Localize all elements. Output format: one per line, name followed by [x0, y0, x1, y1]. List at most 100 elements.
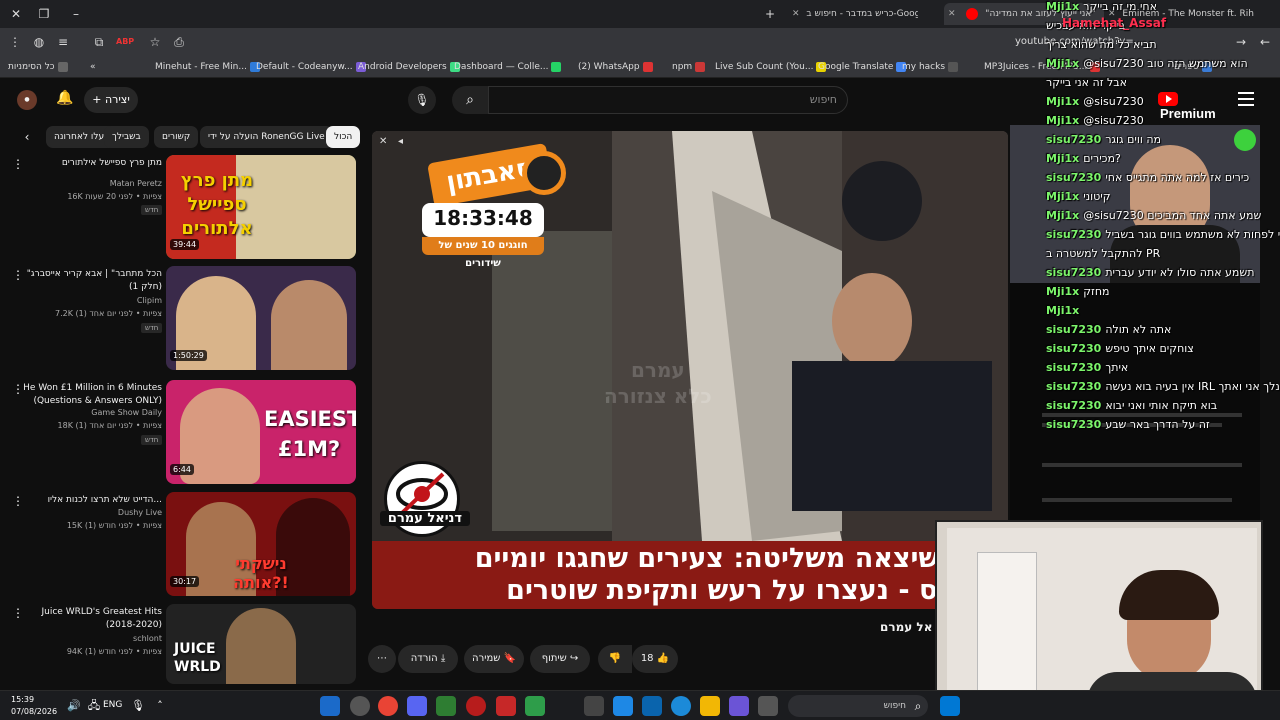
download-button[interactable]: הורדה ⤓	[398, 645, 458, 673]
chips-prev-chevron-icon[interactable]: ‹	[18, 128, 36, 146]
chat-text: @sisu7230	[1083, 114, 1144, 127]
browser-menu-icon[interactable]: ⋮	[6, 33, 24, 51]
save-button[interactable]: שמירה 🔖	[464, 645, 524, 673]
adblock-icon[interactable]: ABP	[116, 33, 134, 51]
share-button[interactable]: שיתוף ↪	[530, 645, 590, 673]
video-channel-name[interactable]: אל עמרם	[880, 620, 932, 634]
new-tab-icon[interactable]: +	[760, 4, 780, 24]
volume-icon[interactable]: 🔊	[64, 696, 84, 716]
streamer-webcam-bottom	[935, 520, 1263, 710]
avatar[interactable]: ●	[17, 90, 37, 110]
tab-close-icon[interactable]: ✕	[792, 9, 800, 19]
bookmark-item[interactable]: npm	[672, 59, 706, 75]
thumb-caption: נישקתי אותה?!	[233, 554, 289, 592]
video-thumbnail[interactable]: JUICE WRLD	[166, 604, 356, 684]
taskbar-search[interactable]: חיפוש	[788, 695, 928, 717]
virtualbox-icon[interactable]	[584, 696, 604, 716]
chat-username: Mji1x	[1046, 190, 1080, 203]
tray-overflow-icon[interactable]: ˄	[150, 696, 170, 716]
chip-all[interactable]: הכול	[326, 126, 361, 148]
profile-icon[interactable]: ◍	[30, 33, 48, 51]
network-icon[interactable]: 🖧	[84, 696, 104, 716]
bookmark-item[interactable]: my hacks	[902, 59, 959, 75]
chat-username: Mji1x	[1046, 304, 1080, 317]
recommendation-item[interactable]: ⋮ He Won £1 Million in 6 Minutes (Questi…	[0, 380, 360, 488]
dislike-button[interactable]: 👎	[598, 645, 632, 673]
input-language[interactable]: ENG	[103, 700, 122, 710]
bookmark-item[interactable]: Android Developers	[358, 59, 460, 75]
task-view-icon[interactable]	[758, 696, 778, 716]
chat-username: sisu7230	[1046, 399, 1102, 412]
queue-icon[interactable]: ≡	[54, 33, 72, 51]
recommendation-item[interactable]: ⋮ הדייט שלא תרצו לכנות אליו... Dushy Liv…	[0, 492, 360, 600]
bookmarks-overflow-icon[interactable]: «	[90, 59, 96, 75]
steam-icon[interactable]	[320, 696, 340, 716]
chat-text: מחזק	[1083, 285, 1110, 298]
folder-icon	[57, 61, 68, 72]
file-explorer-icon[interactable]	[700, 696, 720, 716]
folder-icon	[948, 61, 959, 72]
discord-icon[interactable]	[407, 696, 427, 716]
recommendation-item[interactable]: ⋮ "הכל מתחבר" | אבא קריר אייסברג (חלק 1)…	[0, 266, 360, 374]
window-minimize-icon[interactable]: –	[66, 4, 86, 24]
video-thumbnail[interactable]: EASIEST £1M?	[166, 380, 356, 484]
system-clock[interactable]: 15:39 07/08/2026	[11, 694, 57, 718]
new-badge: חדש	[141, 205, 163, 215]
record-app-icon[interactable]	[466, 696, 486, 716]
edge-icon[interactable]	[671, 696, 691, 716]
chat-text: קיטוני	[1083, 190, 1111, 203]
terminal-icon[interactable]	[436, 696, 456, 716]
bookmark-item[interactable]: Minehut - Free Min...	[155, 59, 260, 75]
store-icon[interactable]	[642, 696, 662, 716]
video-player[interactable]: עמרם כלא צנזורה ✕ ◂ סאבתון 18:33:48 חוגגי…	[372, 131, 1008, 609]
bookmark-item[interactable]: Google Translate	[818, 59, 907, 75]
recommendation-item[interactable]: ⋮ מתן פרץ ספיישל אילתורים Matan Peretz 1…	[0, 155, 360, 263]
bookmark-star-icon[interactable]: ☆	[146, 33, 164, 51]
bookmark-item[interactable]: Default - Codeanyw...	[256, 59, 366, 75]
create-button[interactable]: + יצירה	[84, 87, 138, 113]
browser-tab[interactable]: ✕ כריש במדבר - חיפוש ב-Google	[788, 3, 918, 25]
chat-message: Mji1x @sisu7230 הוא משתמש הזה טוב	[1046, 57, 1248, 70]
extensions-icon[interactable]: ⧉	[90, 33, 108, 51]
chip-for-you[interactable]: בשבילך	[104, 126, 149, 148]
chrome-icon[interactable]	[378, 696, 398, 716]
install-app-icon[interactable]: ⎙	[170, 33, 188, 51]
search-button[interactable]: ⌕	[452, 86, 488, 114]
chat-message: Mji1x קיטוני	[1046, 190, 1111, 203]
webcam-door	[977, 552, 1037, 702]
more-actions-icon[interactable]: ⋯	[368, 645, 396, 673]
voice-search-mic-icon[interactable]: 🎙	[408, 86, 436, 114]
like-button[interactable]: 18 👍	[632, 645, 678, 673]
search-input[interactable]: חיפוש	[488, 86, 848, 114]
start-icon[interactable]	[940, 696, 960, 716]
thumb-caption: JUICE WRLD	[174, 641, 221, 675]
live-chat-overlay: Mji1x אחי מי זה בייקר בייקר הוא עבכיש תביא …	[1040, 0, 1280, 431]
npm-icon	[695, 61, 706, 72]
chip-uploader[interactable]: הועלה על ידי RonenGG Live	[200, 126, 333, 148]
chat-message: sisu7230 צוחקים איתך טיפש	[1046, 342, 1194, 355]
window-maximize-icon[interactable]: ❐	[34, 4, 54, 24]
notifications-bell-icon[interactable]: 🔔	[55, 90, 75, 110]
copilot-icon[interactable]	[729, 696, 749, 716]
chat-username: Mji1x	[1046, 57, 1080, 70]
chat-message: Mji1x מכירים?	[1046, 152, 1121, 165]
window-close-icon[interactable]: ✕	[6, 4, 26, 24]
chip-related[interactable]: קשורים	[154, 126, 199, 148]
miniplayer-close-icon[interactable]: ✕	[379, 136, 387, 147]
chat-highlight-user: Hamehat_Assaf	[1062, 16, 1167, 30]
mic-tray-icon[interactable]: 🎙	[128, 696, 148, 716]
bookmark-item[interactable]: (2) WhatsApp	[578, 59, 653, 75]
search-icon[interactable]: ⌕	[908, 696, 928, 716]
excel-icon[interactable]	[525, 696, 545, 716]
chat-message: Mji1x @sisu7230 שמע אתה אחד המביכים	[1046, 209, 1261, 222]
tab-close-icon[interactable]: ✕	[948, 9, 956, 19]
obs-icon[interactable]	[350, 696, 370, 716]
bookmark-all[interactable]: כל הסימניות	[8, 59, 68, 75]
miniplayer-back-icon[interactable]: ◂	[398, 136, 403, 147]
chat-username: sisu7230	[1046, 228, 1102, 241]
bookmark-item[interactable]: Live Sub Count (You...	[715, 59, 827, 75]
bookmark-item[interactable]: Dashboard — Colle...	[454, 59, 562, 75]
chat-message: Mji1x	[1046, 304, 1083, 317]
outlook-icon[interactable]	[613, 696, 633, 716]
adobe-icon[interactable]	[496, 696, 516, 716]
